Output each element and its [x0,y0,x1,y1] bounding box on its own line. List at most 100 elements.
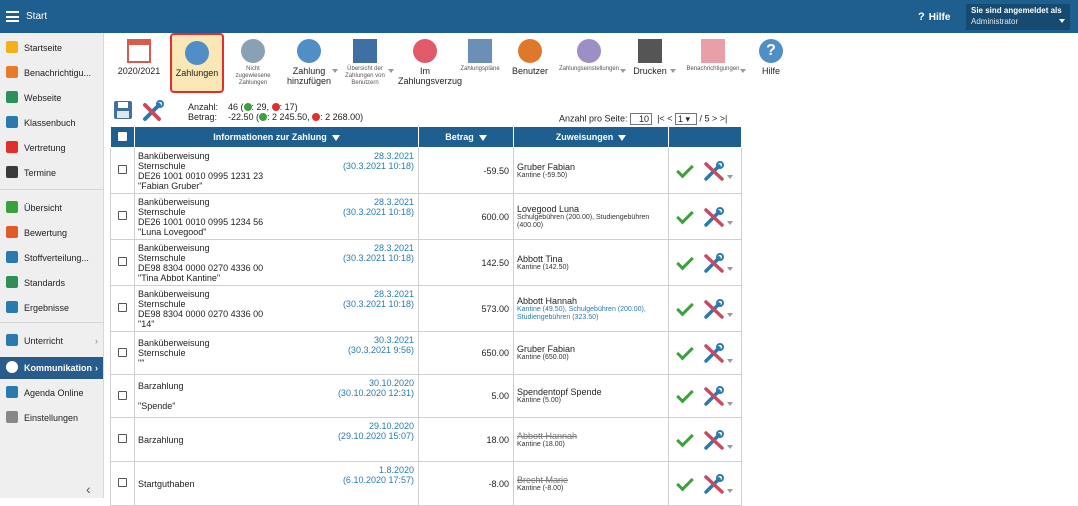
confirm-check-icon[interactable] [676,252,694,270]
chevron-down-icon[interactable] [727,445,733,449]
filter-icon[interactable] [478,134,487,141]
sidebar-item-stoffverteilung[interactable]: Stoffverteilung... [0,247,103,269]
user-menu[interactable]: Sie sind angemeldet als Administrator [966,4,1070,30]
sidebar-item-startseite[interactable]: Startseite [0,37,103,59]
help-link[interactable]: ? Hilfe [918,11,950,23]
sidebar-item-agenda-online[interactable]: Agenda Online [0,382,103,404]
payment-date[interactable]: 28.3.2021 (30.3.2021 10:18) [343,243,414,263]
toolbar-ledger-button[interactable]: Übersicht der Zahlungen von Benutzern [338,33,394,93]
payment-date[interactable]: 1.8.2020 (6.10.2020 17:57) [343,465,414,485]
toolbar-moneybag-add-button[interactable]: Zahlung hinzufügen [282,33,338,93]
payment-date[interactable]: 29.10.2020 (29.10.2020 15:07) [338,421,414,441]
tools-icon[interactable] [703,429,725,451]
sidebar-item-ergebnisse[interactable]: Ergebnisse [0,297,103,319]
select-all-checkbox[interactable] [118,131,127,141]
chevron-down-icon[interactable] [727,359,733,363]
confirm-check-icon[interactable] [676,429,694,447]
toolbar-moneybag-button[interactable]: Zahlungen [170,33,224,93]
confirm-check-icon[interactable] [676,206,694,224]
chevron-down-icon[interactable] [727,489,733,493]
payment-info-cell: Banküberweisung Sternschule DE98 8304 00… [134,239,419,286]
sidebar-item-kommunikation[interactable]: Kommunikation › [0,357,103,379]
chevron-down-icon[interactable] [727,267,733,271]
row-checkbox[interactable] [118,303,127,312]
table-row[interactable]: Banküberweisung Sternschule DE26 1001 00… [110,147,742,194]
toolbar-plan-button[interactable]: Zahlungspläne [456,33,504,93]
sidebar-item-standards[interactable]: Standards [0,272,103,294]
menu-icon[interactable] [6,11,19,22]
tools-icon[interactable] [703,206,725,228]
toolbar-calendar-button[interactable]: 2020/2021 [114,33,164,93]
toolbar-moneybag-question-button[interactable]: Nicht zugewiesene Zahlungen [228,33,278,93]
chevron-down-icon[interactable] [727,175,733,179]
table-row[interactable]: Barzahlung "Spende" 30.10.2020 (30.10.2020… [110,374,742,418]
tools-icon[interactable] [703,473,725,495]
confirm-check-icon[interactable] [676,385,694,404]
page-select[interactable]: 1 ▾ [674,113,697,125]
tools-icon[interactable] [703,342,725,364]
chevron-down-icon[interactable] [727,221,733,225]
sidebar-item-unterricht[interactable]: Unterricht › [0,330,103,352]
tools-icon[interactable] [703,160,725,182]
last-page-button[interactable]: >| [720,113,728,123]
tools-icon[interactable] [703,385,725,407]
table-row[interactable]: Banküberweisung Sternschule DE98 8304 00… [110,285,742,332]
sidebar-item-termine[interactable]: Termine [0,162,103,184]
payment-date[interactable]: 28.3.2021 (30.3.2021 10:18) [343,151,414,171]
row-checkbox[interactable] [118,478,127,487]
confirm-check-icon[interactable] [676,160,694,178]
sidebar-item-benachrichtigu[interactable]: Benachrichtigu... [0,62,103,84]
sidebar-item-übersicht[interactable]: Übersicht [0,197,103,219]
payment-date[interactable]: 28.3.2021 (30.3.2021 10:18) [343,289,414,309]
tools-icon[interactable] [703,298,725,320]
row-checkbox[interactable] [118,165,127,174]
row-checkbox[interactable] [118,434,127,443]
row-checkbox[interactable] [118,211,127,220]
sidebar-item-einstellungen[interactable]: Einstellungen [0,407,103,429]
confirm-check-icon[interactable] [676,473,694,491]
assign-column-header[interactable]: Zuweisungen [513,126,669,148]
tools-icon[interactable] [703,252,725,274]
prev-page-button[interactable]: < [667,113,672,123]
toolbar-user-button[interactable]: Benutzer [510,33,550,93]
sidebar-item-vertretung[interactable]: Vertretung [0,137,103,159]
filter-icon[interactable] [618,134,627,141]
toolbar-help-button[interactable]: ? Hilfe [750,33,792,93]
toolbar-phone-button[interactable]: Benachrichtigungen [682,33,746,93]
table-row[interactable]: Barzahlung 29.10.2020 (29.10.2020 15:07) 18… [110,417,742,462]
assigned-items[interactable]: Kantine (49.50), Schulgebühren (200.00),… [517,306,665,322]
toolbar-gear-button[interactable]: Zahlungseinstellungen [554,33,626,93]
table-row[interactable]: Banküberweisung Sternschule DE98 8304 00… [110,239,742,286]
table-row[interactable]: Banküberweisung Sternschule "" 30.3.2021(… [110,331,742,375]
info-column-header[interactable]: Informationen zur Zahlung [134,126,419,148]
row-checkbox[interactable] [118,390,127,400]
filter-icon[interactable] [331,134,340,141]
row-checkbox[interactable] [118,347,127,357]
amount-column-header[interactable]: Betrag [418,126,514,148]
chevron-down-icon[interactable] [727,402,733,406]
toolbar-moneybag-late-button[interactable]: Im Zahlungsverzug [398,33,462,93]
payment-date[interactable]: 28.3.2021 (30.3.2021 10:18) [343,197,414,217]
per-page-input[interactable]: 10 [630,113,653,125]
toolbar-printer-button[interactable]: Drucken [626,33,676,93]
collapse-sidebar-icon[interactable]: ‹ [86,481,91,497]
save-icon[interactable] [112,99,134,121]
chevron-down-icon[interactable] [740,69,746,73]
payment-date[interactable]: 30.10.2020 (30.10.2020 12:31) [338,378,414,398]
sidebar-item-klassenbuch[interactable]: Klassenbuch [0,112,103,134]
table-row[interactable]: Banküberweisung Sternschule DE26 1001 00… [110,193,742,240]
tools-icon[interactable] [141,99,167,123]
payment-date[interactable]: 30.3.2021 (30.3.2021 9:56) [348,335,414,355]
chevron-down-icon[interactable] [388,69,394,73]
row-checkbox[interactable] [118,257,127,266]
table-row[interactable]: Startguthaben 1.8.2020 (6.10.2020 17:57) -8… [110,461,742,506]
confirm-check-icon[interactable] [676,298,694,316]
sidebar-item-webseite[interactable]: Webseite [0,87,103,109]
sidebar-item-bewertung[interactable]: Bewertung [0,222,103,244]
chevron-down-icon[interactable] [727,313,733,317]
gear-icon [577,39,601,63]
confirm-check-icon[interactable] [676,342,694,361]
next-page-button[interactable]: > [712,113,717,123]
first-page-button[interactable]: |< [657,113,665,123]
chevron-down-icon[interactable] [670,69,676,73]
